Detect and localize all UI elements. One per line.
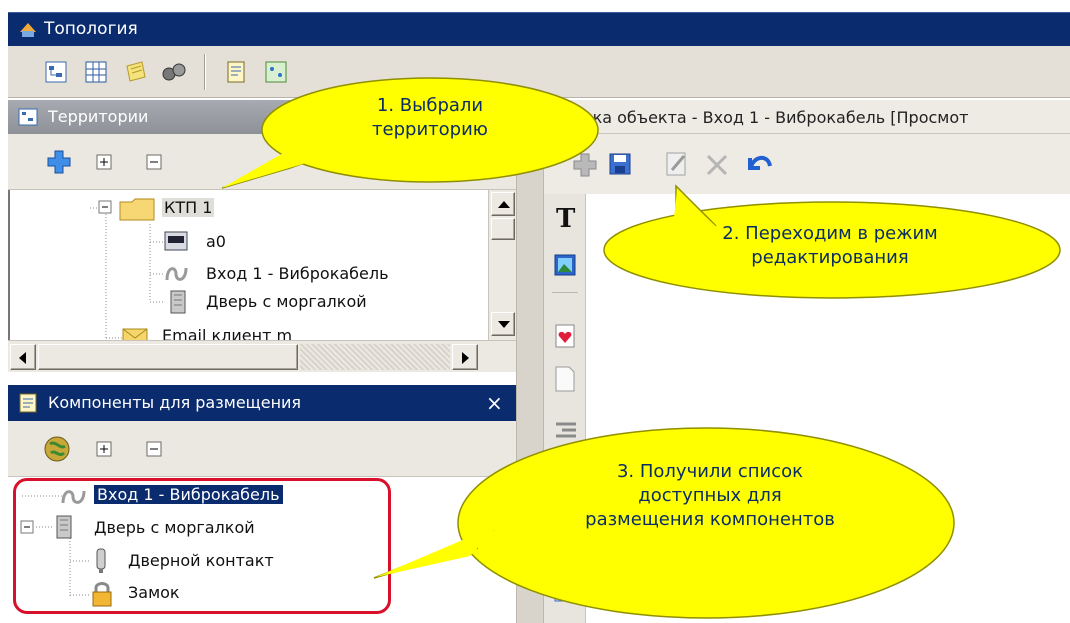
callout-3-text: 3. Получили список доступных для размеще…	[585, 461, 835, 530]
place-map-icon[interactable]	[42, 434, 72, 464]
tree-node-label[interactable]: Дверь с моргалкой	[206, 292, 367, 311]
image-tool-icon[interactable]	[554, 254, 576, 276]
heart-doc-icon[interactable]	[554, 324, 576, 348]
tree-view-icon[interactable]	[42, 58, 70, 86]
zoom-icon[interactable]	[554, 580, 576, 602]
scroll-thumb[interactable]	[38, 344, 298, 370]
grid-view-icon[interactable]	[82, 58, 110, 86]
window-title-bar: Топология	[8, 12, 1070, 46]
components-toolbar	[8, 421, 520, 477]
main-toolbar	[8, 46, 1070, 98]
territories-tree[interactable]: КТП 1 a0 Вход 1 - Виброкабель Дверь с мо…	[8, 190, 490, 340]
toolbar-separator	[204, 54, 206, 90]
tree-node-label[interactable]: КТП 1	[162, 198, 215, 217]
collapse-all-icon[interactable]	[146, 441, 162, 457]
scroll-up-button[interactable]	[491, 192, 515, 216]
expand-all-icon[interactable]	[96, 154, 112, 170]
undo-icon[interactable]	[744, 150, 774, 178]
callout-2-text: 2. Переходим в режим редактирования	[722, 223, 938, 268]
scroll-left-button[interactable]	[10, 344, 36, 370]
scroll-down-button[interactable]	[491, 312, 515, 336]
collapse-node-icon[interactable]	[98, 200, 114, 216]
territories-vertical-scrollbar[interactable]	[488, 190, 516, 340]
add-icon[interactable]	[572, 152, 598, 178]
scroll-thumb[interactable]	[491, 218, 515, 240]
add-plus-icon[interactable]	[46, 149, 72, 175]
close-icon[interactable]: ×	[486, 391, 503, 415]
object-card-title: точка объекта - Вход 1 - Виброкабель [Пр…	[564, 108, 969, 127]
tree-node-label[interactable]: Email клиент m	[162, 326, 292, 340]
folder-icon	[119, 198, 155, 221]
binoculars-icon[interactable]	[160, 58, 188, 86]
tree-view-icon	[18, 108, 38, 126]
callout-1-text: 1. Выбрали территорию	[372, 95, 488, 140]
cable-icon	[165, 267, 188, 281]
object-card-header: точка объекта - Вход 1 - Виброкабель [Пр…	[544, 100, 1070, 134]
territories-toolbar	[8, 134, 520, 190]
expand-all-icon[interactable]	[96, 441, 112, 457]
object-card-toolbar	[544, 134, 1070, 194]
map-icon[interactable]	[262, 58, 290, 86]
toolbar-separator	[552, 292, 578, 293]
scroll-track	[300, 344, 450, 370]
components-panel-header: Компоненты для размещения ×	[8, 385, 520, 421]
topology-app-icon	[20, 23, 36, 37]
object-card-side-toolbar: T	[544, 194, 586, 623]
door-icon	[170, 290, 186, 314]
save-icon[interactable]	[608, 152, 632, 176]
delete-icon[interactable]	[704, 152, 730, 178]
components-title: Компоненты для размещения	[48, 393, 302, 412]
notes-icon[interactable]	[122, 58, 150, 86]
tree-node-label[interactable]: a0	[206, 232, 226, 251]
email-icon	[122, 328, 148, 340]
document-icon	[19, 393, 37, 413]
text-tool-icon[interactable]: T	[556, 204, 575, 234]
window-title: Топология	[44, 19, 138, 39]
panel-splitter[interactable]	[516, 100, 544, 623]
document-icon[interactable]	[222, 58, 250, 86]
components-highlight-frame	[13, 478, 391, 614]
blank-doc-icon[interactable]	[554, 366, 576, 392]
scroll-right-button[interactable]	[452, 344, 478, 370]
territories-horizontal-scrollbar[interactable]	[8, 340, 520, 372]
edit-icon[interactable]	[664, 150, 690, 178]
align-icon[interactable]	[554, 420, 578, 440]
territories-title: Территории	[48, 107, 149, 126]
tree-node-label[interactable]: Вход 1 - Виброкабель	[206, 264, 389, 283]
collapse-all-icon[interactable]	[146, 154, 162, 170]
device-icon	[164, 231, 188, 251]
